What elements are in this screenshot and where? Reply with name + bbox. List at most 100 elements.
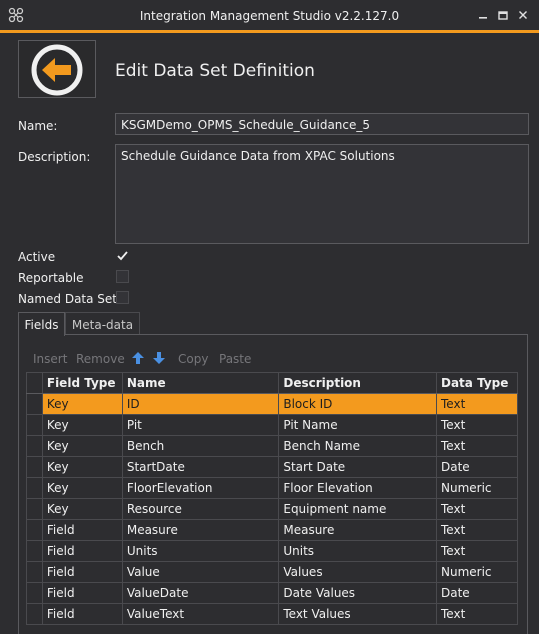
tab-meta-data[interactable]: Meta-data [65, 312, 140, 335]
cell-field-type[interactable]: Field [41, 540, 123, 562]
description-field[interactable]: Schedule Guidance Data from XPAC Solutio… [115, 144, 529, 244]
remove-button[interactable]: Remove [76, 352, 125, 366]
cell-field-type[interactable]: Key [41, 393, 123, 415]
named-data-sets-checkbox[interactable] [116, 291, 129, 304]
row-selector[interactable] [26, 435, 43, 457]
table-row[interactable]: Key Resource Equipment name Text [26, 498, 518, 520]
row-selector[interactable] [26, 603, 43, 625]
cell-data-type[interactable]: Text [436, 435, 518, 457]
cell-description[interactable]: Measure [278, 519, 437, 541]
panel-border-left [18, 334, 19, 634]
cell-field-type[interactable]: Field [41, 519, 123, 541]
cell-name[interactable]: Pit [121, 414, 280, 436]
cell-name[interactable]: ValueText [121, 603, 280, 625]
cell-data-type[interactable]: Numeric [436, 561, 518, 583]
window-title: Integration Management Studio v2.2.127.0 [139, 9, 400, 23]
maximize-icon[interactable] [496, 8, 510, 22]
cell-description[interactable]: Text Values [278, 603, 437, 625]
table-row[interactable]: Key Bench Bench Name Text [26, 435, 518, 457]
cell-field-type[interactable]: Field [41, 582, 123, 604]
cell-data-type[interactable]: Text [436, 519, 518, 541]
cell-name[interactable]: ValueDate [121, 582, 280, 604]
row-selector[interactable] [26, 582, 43, 604]
paste-button[interactable]: Paste [219, 352, 251, 366]
cell-data-type[interactable]: Text [436, 498, 518, 520]
minimize-icon[interactable] [476, 8, 490, 22]
cell-data-type[interactable]: Date [436, 582, 518, 604]
column-header-data-type[interactable]: Data Type [436, 372, 518, 394]
table-row[interactable]: Field ValueDate Date Values Date [26, 582, 518, 604]
cell-description[interactable]: Units [278, 540, 437, 562]
cell-data-type[interactable]: Text [436, 540, 518, 562]
checkmark-icon [117, 251, 128, 261]
cell-data-type[interactable]: Text [436, 414, 518, 436]
table-row[interactable]: Key StartDate Start Date Date [26, 456, 518, 478]
insert-button[interactable]: Insert [33, 352, 67, 366]
active-label: Active [18, 250, 56, 264]
column-header-description[interactable]: Description [278, 372, 437, 394]
cell-name[interactable]: Value [121, 561, 280, 583]
cell-description[interactable]: Date Values [278, 582, 437, 604]
cell-name[interactable]: Resource [121, 498, 280, 520]
table-row[interactable]: Field ValueText Text Values Text [26, 603, 518, 625]
cell-data-type[interactable]: Text [436, 393, 518, 415]
panel-border-right [527, 334, 528, 634]
name-field[interactable]: KSGMDemo_OPMS_Schedule_Guidance_5 [115, 113, 529, 135]
cell-description[interactable]: Pit Name [278, 414, 437, 436]
table-row[interactable]: Field Units Units Text [26, 540, 518, 562]
cell-name[interactable]: ID [121, 393, 280, 415]
cell-description[interactable]: Bench Name [278, 435, 437, 457]
fields-grid: Field Type Name Description Data Type Ke… [26, 372, 518, 625]
row-selector[interactable] [26, 561, 43, 583]
row-selector-header [26, 372, 43, 394]
cell-name[interactable]: Measure [121, 519, 280, 541]
tab-fields[interactable]: Fields [18, 312, 65, 336]
cell-field-type[interactable]: Key [41, 435, 123, 457]
row-selector[interactable] [26, 414, 43, 436]
cell-field-type[interactable]: Key [41, 414, 123, 436]
page-title: Edit Data Set Definition [115, 61, 315, 81]
close-icon[interactable] [516, 8, 530, 22]
move-up-button[interactable] [131, 351, 145, 368]
cell-field-type[interactable]: Field [41, 561, 123, 583]
back-arrow-icon [31, 44, 83, 96]
cell-description[interactable]: Block ID [278, 393, 437, 415]
table-row[interactable]: Key ID Block ID Text [26, 393, 518, 415]
cell-name[interactable]: Units [121, 540, 280, 562]
tab-divider [65, 334, 528, 335]
column-header-name[interactable]: Name [121, 372, 280, 394]
cell-description[interactable]: Floor Elevation [278, 477, 437, 499]
cell-name[interactable]: StartDate [121, 456, 280, 478]
table-row[interactable]: Key Pit Pit Name Text [26, 414, 518, 436]
active-checkbox[interactable] [116, 249, 129, 262]
row-selector[interactable] [26, 456, 43, 478]
cell-data-type[interactable]: Numeric [436, 477, 518, 499]
cell-name[interactable]: Bench [121, 435, 280, 457]
grid-header-row: Field Type Name Description Data Type [26, 372, 518, 394]
description-label: Description: [18, 150, 91, 164]
cell-description[interactable]: Equipment name [278, 498, 437, 520]
cell-data-type[interactable]: Text [436, 603, 518, 625]
cell-field-type[interactable]: Key [41, 456, 123, 478]
cell-description[interactable]: Values [278, 561, 437, 583]
column-header-field-type[interactable]: Field Type [41, 372, 123, 394]
title-bar: Integration Management Studio v2.2.127.0 [0, 0, 539, 33]
back-button[interactable] [18, 40, 96, 98]
table-row[interactable]: Field Measure Measure Text [26, 519, 518, 541]
cell-field-type[interactable]: Key [41, 498, 123, 520]
row-selector[interactable] [26, 477, 43, 499]
cell-name[interactable]: FloorElevation [121, 477, 280, 499]
cell-data-type[interactable]: Date [436, 456, 518, 478]
table-row[interactable]: Field Value Values Numeric [26, 561, 518, 583]
table-row[interactable]: Key FloorElevation Floor Elevation Numer… [26, 477, 518, 499]
row-selector[interactable] [26, 540, 43, 562]
reportable-checkbox[interactable] [116, 270, 129, 283]
row-selector[interactable] [26, 498, 43, 520]
copy-button[interactable]: Copy [178, 352, 208, 366]
move-down-button[interactable] [152, 351, 166, 368]
row-selector[interactable] [26, 519, 43, 541]
row-selector[interactable] [26, 393, 43, 415]
cell-field-type[interactable]: Field [41, 603, 123, 625]
cell-description[interactable]: Start Date [278, 456, 437, 478]
cell-field-type[interactable]: Key [41, 477, 123, 499]
